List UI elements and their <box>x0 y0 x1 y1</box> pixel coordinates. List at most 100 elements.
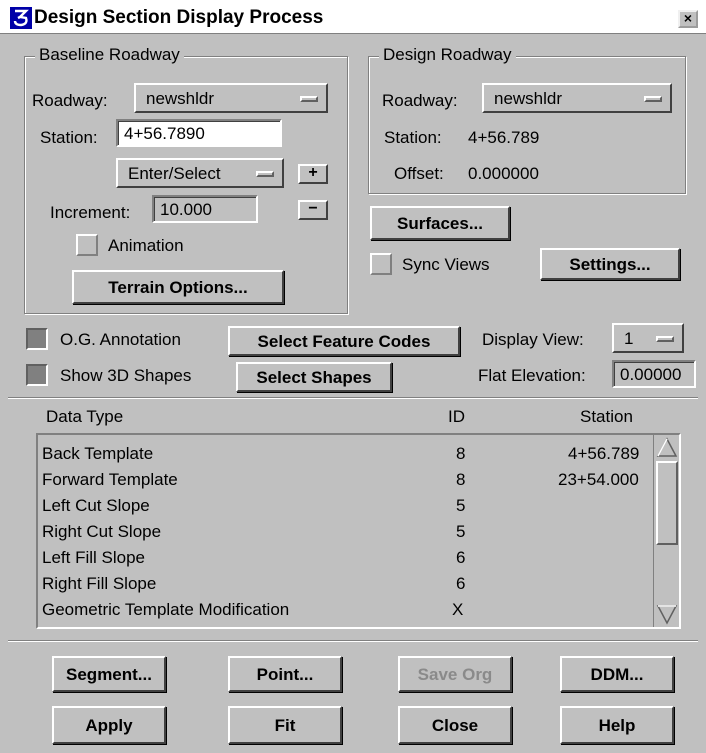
station-mode-value: Enter/Select <box>128 164 221 183</box>
row-data-type: Left Cut Slope <box>42 496 150 515</box>
column-header-data-type: Data Type <box>46 407 124 426</box>
surfaces-button[interactable]: Surfaces... <box>370 206 510 240</box>
row-id: 8 <box>456 470 466 489</box>
design-roadway-select[interactable]: newshldr <box>482 83 672 113</box>
terrain-options-label: Terrain Options... <box>108 278 248 297</box>
apply-button[interactable]: Apply <box>52 706 166 744</box>
baseline-roadway-select[interactable]: newshldr <box>134 83 328 113</box>
table-row[interactable]: Back Template 8 4+56.789 <box>40 441 652 467</box>
flat-elevation-value: 0.00000 <box>620 365 682 384</box>
save-org-label: Save Org <box>417 665 493 684</box>
increment-label: Increment: <box>50 203 131 222</box>
settings-label: Settings... <box>569 255 651 274</box>
row-station: 4+56.789 <box>568 444 640 463</box>
fit-button[interactable]: Fit <box>228 706 342 744</box>
table-row[interactable]: Geometric Template Modification X <box>40 597 652 623</box>
show-3d-shapes-label: Show 3D Shapes <box>60 366 192 385</box>
title-bar: Design Section Display Process × <box>0 0 706 34</box>
table-row[interactable]: Right Cut Slope 5 <box>40 519 652 545</box>
ddm-label: DDM... <box>590 665 644 684</box>
flat-elevation-label: Flat Elevation: <box>478 366 586 385</box>
flat-elevation-input[interactable]: 0.00000 <box>612 360 696 388</box>
scrollbar-thumb[interactable] <box>656 461 678 545</box>
design-roadway-title: Design Roadway <box>379 45 516 65</box>
baseline-roadway-label: Roadway: <box>32 91 108 110</box>
help-label: Help <box>598 716 636 735</box>
select-feature-codes-button[interactable]: Select Feature Codes <box>228 326 460 356</box>
design-offset-value: 0.000000 <box>468 164 539 183</box>
row-id: 6 <box>456 574 466 593</box>
select-shapes-button[interactable]: Select Shapes <box>236 362 392 392</box>
close-label: Close <box>431 716 479 735</box>
fit-label: Fit <box>274 716 296 735</box>
table-row[interactable]: Right Fill Slope 6 <box>40 571 652 597</box>
animation-checkbox[interactable] <box>76 234 98 256</box>
display-view-value: 1 <box>624 329 634 348</box>
row-id: 8 <box>456 444 466 463</box>
point-button[interactable]: Point... <box>228 656 342 692</box>
sync-views-checkbox[interactable] <box>370 253 392 275</box>
baseline-station-value: 4+56.7890 <box>124 124 205 143</box>
baseline-station-input[interactable]: 4+56.7890 <box>116 119 282 147</box>
separator <box>8 640 698 642</box>
design-roadway-value: newshldr <box>494 89 563 108</box>
row-id: 6 <box>456 548 466 567</box>
window-title: Design Section Display Process <box>34 7 324 28</box>
option-menu-indicator-icon <box>656 336 674 342</box>
close-window-button[interactable]: × <box>678 10 698 28</box>
increment-value: 10.000 <box>160 200 212 219</box>
design-offset-label: Offset: <box>394 164 444 183</box>
row-data-type: Back Template <box>42 444 154 463</box>
og-annotation-label: O.G. Annotation <box>60 330 181 349</box>
column-header-station: Station <box>580 407 633 426</box>
scroll-down-icon[interactable] <box>656 603 678 625</box>
baseline-station-label: Station: <box>40 128 98 147</box>
og-annotation-checkbox[interactable] <box>26 328 48 350</box>
select-feature-codes-label: Select Feature Codes <box>257 332 431 351</box>
design-station-value: 4+56.789 <box>468 128 540 147</box>
segment-button[interactable]: Segment... <box>52 656 166 692</box>
surfaces-label: Surfaces... <box>397 214 483 233</box>
application-logo-icon <box>10 7 32 29</box>
station-mode-select[interactable]: Enter/Select <box>116 158 284 188</box>
baseline-roadway-title: Baseline Roadway <box>35 45 184 65</box>
table-row[interactable]: Left Fill Slope 6 <box>40 545 652 571</box>
row-data-type: Right Cut Slope <box>42 522 162 541</box>
table-row[interactable]: Forward Template 8 23+54.000 <box>40 467 652 493</box>
dialog-window: Design Section Display Process × Baselin… <box>0 0 706 753</box>
increment-input[interactable]: 10.000 <box>152 195 258 223</box>
row-id: 5 <box>456 496 466 515</box>
data-type-list[interactable]: Back Template 8 4+56.789 Forward Templat… <box>36 433 681 629</box>
animation-label: Animation <box>108 236 184 255</box>
show-3d-shapes-checkbox[interactable] <box>26 364 48 386</box>
row-data-type: Geometric Template Modification <box>42 600 290 619</box>
row-data-type: Left Fill Slope <box>42 548 145 567</box>
list-scrollbar[interactable] <box>653 435 679 627</box>
row-station: 23+54.000 <box>558 470 639 489</box>
close-button[interactable]: Close <box>398 706 512 744</box>
save-org-button[interactable]: Save Org <box>398 656 512 692</box>
option-menu-indicator-icon <box>256 171 274 177</box>
design-roadway-label: Roadway: <box>382 91 458 110</box>
design-station-label: Station: <box>384 128 442 147</box>
row-id: 5 <box>456 522 466 541</box>
scroll-up-icon[interactable] <box>656 437 678 459</box>
row-data-type: Forward Template <box>42 470 178 489</box>
display-view-select[interactable]: 1 <box>612 323 684 353</box>
station-decrement-minus-button[interactable]: − <box>298 200 328 220</box>
display-view-label: Display View: <box>482 330 584 349</box>
row-id: X <box>452 600 464 619</box>
close-icon[interactable]: × <box>684 10 692 26</box>
ddm-button[interactable]: DDM... <box>560 656 674 692</box>
row-data-type: Right Fill Slope <box>42 574 157 593</box>
column-header-id: ID <box>448 407 465 426</box>
select-shapes-label: Select Shapes <box>256 368 372 387</box>
segment-label: Segment... <box>66 665 152 684</box>
help-button[interactable]: Help <box>560 706 674 744</box>
terrain-options-button[interactable]: Terrain Options... <box>72 270 284 304</box>
station-increment-plus-button[interactable]: + <box>298 164 328 184</box>
plus-icon: + <box>308 164 318 181</box>
table-row[interactable]: Left Cut Slope 5 <box>40 493 652 519</box>
settings-button[interactable]: Settings... <box>540 248 680 280</box>
separator <box>8 397 698 399</box>
